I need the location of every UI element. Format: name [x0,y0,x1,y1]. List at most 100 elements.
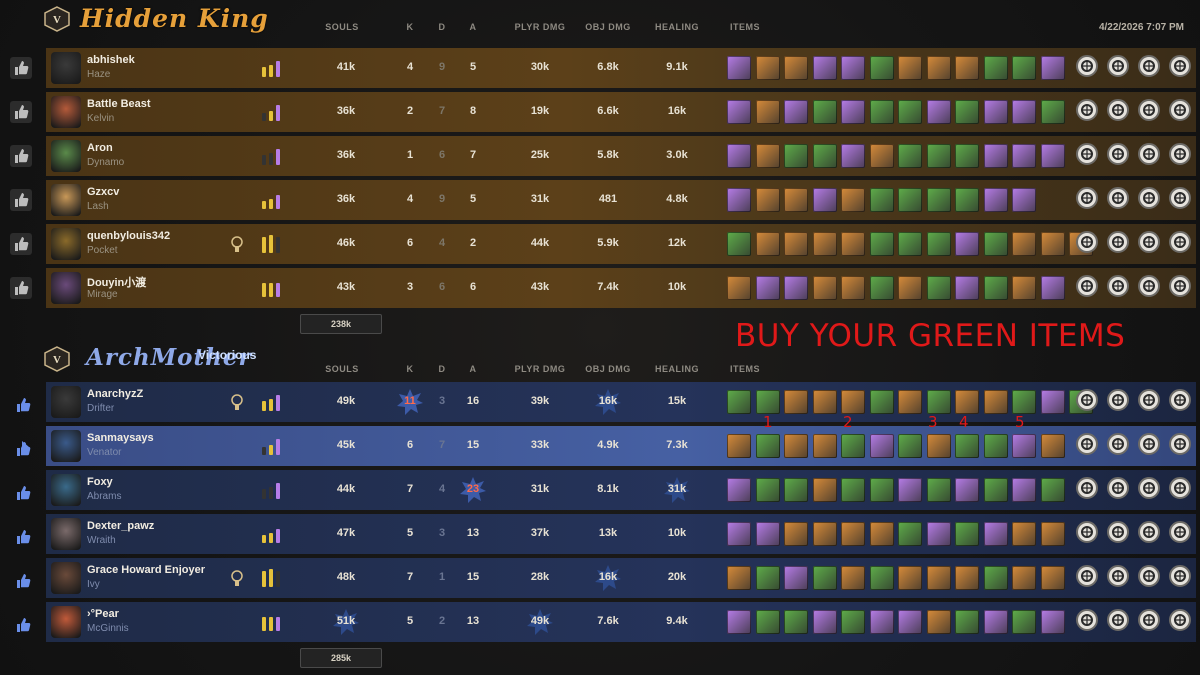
item-vitality-icon[interactable] [755,610,780,634]
item-weapon-icon[interactable] [841,232,865,256]
item-spirit-icon[interactable] [1012,188,1036,212]
ability-upgrade-icon[interactable] [1138,477,1160,499]
commend-thumb-icon[interactable] [10,57,32,79]
item-vitality-icon[interactable] [755,478,780,502]
ability-upgrade-icon[interactable] [1107,55,1129,77]
item-weapon-icon[interactable] [727,276,751,300]
ability-upgrade-icon[interactable] [1169,477,1191,499]
item-weapon-icon[interactable] [755,100,780,124]
item-weapon-icon[interactable] [898,56,922,80]
ability-upgrade-icon[interactable] [1169,55,1191,77]
ability-upgrade-icon[interactable] [1138,55,1160,77]
item-spirit-icon[interactable] [784,566,808,590]
item-weapon-icon[interactable] [898,390,922,414]
ability-upgrade-icon[interactable] [1076,389,1098,411]
ability-upgrade-icon[interactable] [1169,275,1191,297]
item-vitality-icon[interactable] [869,390,894,414]
item-vitality-icon[interactable] [869,232,894,256]
player-row[interactable]: ›°Pear McGinnis 51k 5 2 13 49k 7.6k 9.4k [17,602,1196,642]
item-weapon-icon[interactable] [1040,522,1065,546]
item-spirit-icon[interactable] [841,56,865,80]
commend-thumb-icon[interactable] [10,233,32,255]
ability-upgrade-icon[interactable] [1138,609,1160,631]
item-vitality-icon[interactable] [955,522,979,546]
ability-upgrade-icon[interactable] [1076,231,1098,253]
item-spirit-icon[interactable] [898,478,922,502]
item-weapon-icon[interactable] [955,390,979,414]
item-weapon-icon[interactable] [784,56,808,80]
ability-upgrade-icon[interactable] [1107,389,1129,411]
ability-upgrade-icon[interactable] [1107,433,1129,455]
item-weapon-icon[interactable] [812,434,837,458]
item-weapon-icon[interactable] [926,566,951,590]
item-vitality-icon[interactable] [1040,478,1065,502]
item-vitality-icon[interactable] [869,478,894,502]
item-spirit-icon[interactable] [755,276,780,300]
item-vitality-icon[interactable] [955,100,979,124]
item-weapon-icon[interactable] [755,232,780,256]
item-vitality-icon[interactable] [784,610,808,634]
item-vitality-icon[interactable] [727,390,751,414]
ability-upgrade-icon[interactable] [1076,275,1098,297]
item-weapon-icon[interactable] [755,144,780,168]
player-row[interactable]: Douyin小渡 Mirage 43k 3 6 6 43k 7.4k 10k [10,268,1196,308]
item-vitality-icon[interactable] [869,100,894,124]
item-weapon-icon[interactable] [926,56,951,80]
item-weapon-icon[interactable] [1012,232,1036,256]
ability-upgrade-icon[interactable] [1076,187,1098,209]
ability-upgrade-icon[interactable] [1107,143,1129,165]
ability-upgrade-icon[interactable] [1107,231,1129,253]
item-weapon-icon[interactable] [784,434,808,458]
item-weapon-icon[interactable] [869,522,894,546]
item-vitality-icon[interactable] [955,610,979,634]
item-vitality-icon[interactable] [898,100,922,124]
item-weapon-icon[interactable] [926,610,951,634]
ability-upgrade-icon[interactable] [1169,521,1191,543]
item-weapon-icon[interactable] [812,478,837,502]
item-vitality-icon[interactable] [784,478,808,502]
item-weapon-icon[interactable] [784,522,808,546]
item-vitality-icon[interactable] [755,434,780,458]
item-vitality-icon[interactable] [926,232,951,256]
item-vitality-icon[interactable] [898,188,922,212]
ability-upgrade-icon[interactable] [1169,609,1191,631]
item-weapon-icon[interactable] [784,232,808,256]
item-weapon-icon[interactable] [812,522,837,546]
item-weapon-icon[interactable] [812,390,837,414]
item-spirit-icon[interactable] [1040,276,1065,300]
item-spirit-icon[interactable] [926,100,951,124]
item-vitality-icon[interactable] [812,100,837,124]
item-spirit-icon[interactable] [1012,144,1036,168]
ability-upgrade-icon[interactable] [1138,275,1160,297]
item-vitality-icon[interactable] [983,56,1008,80]
commend-thumb-icon[interactable] [10,145,32,167]
item-weapon-icon[interactable] [755,56,780,80]
item-weapon-icon[interactable] [869,144,894,168]
ability-upgrade-icon[interactable] [1169,231,1191,253]
item-spirit-icon[interactable] [955,478,979,502]
ability-upgrade-icon[interactable] [1138,143,1160,165]
ability-upgrade-icon[interactable] [1107,609,1129,631]
ability-upgrade-icon[interactable] [1138,99,1160,121]
item-weapon-icon[interactable] [727,566,751,590]
ability-upgrade-icon[interactable] [1107,565,1129,587]
item-vitality-icon[interactable] [755,566,780,590]
player-row[interactable]: Battle Beast Kelvin 36k 2 7 8 19k 6.6k 16k [10,92,1196,132]
item-spirit-icon[interactable] [727,100,751,124]
item-spirit-icon[interactable] [955,232,979,256]
commend-thumb-icon[interactable] [12,526,31,544]
ability-upgrade-icon[interactable] [1169,565,1191,587]
item-vitality-icon[interactable] [898,144,922,168]
item-spirit-icon[interactable] [841,100,865,124]
item-spirit-icon[interactable] [983,522,1008,546]
ability-upgrade-icon[interactable] [1138,565,1160,587]
item-weapon-icon[interactable] [841,390,865,414]
item-spirit-icon[interactable] [1040,610,1065,634]
item-spirit-icon[interactable] [926,522,951,546]
item-spirit-icon[interactable] [983,144,1008,168]
item-weapon-icon[interactable] [784,188,808,212]
ability-upgrade-icon[interactable] [1107,187,1129,209]
item-weapon-icon[interactable] [784,390,808,414]
item-weapon-icon[interactable] [955,56,979,80]
item-spirit-icon[interactable] [784,276,808,300]
